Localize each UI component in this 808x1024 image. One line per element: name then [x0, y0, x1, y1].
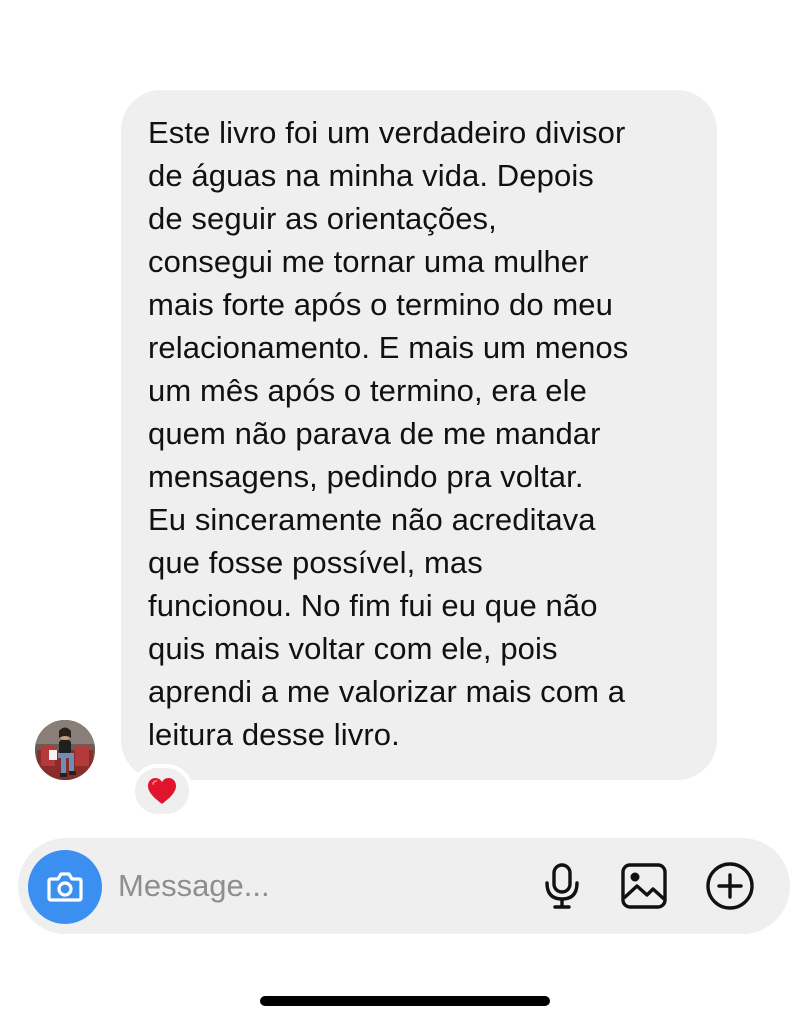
image-icon — [621, 863, 667, 909]
heart-icon — [148, 778, 176, 804]
add-button[interactable] — [704, 860, 756, 912]
voice-message-button[interactable] — [536, 860, 588, 912]
camera-button[interactable] — [28, 850, 102, 924]
message-text: Este livro foi um verdadeiro divisor de … — [148, 115, 629, 752]
sender-avatar[interactable] — [35, 720, 95, 780]
gallery-button[interactable] — [618, 860, 670, 912]
message-bubble[interactable]: Este livro foi um verdadeiro divisor de … — [121, 90, 717, 780]
heart-reaction[interactable] — [131, 764, 193, 818]
plus-circle-icon — [706, 862, 754, 910]
user-photo-avatar — [35, 720, 95, 780]
camera-icon — [47, 872, 83, 902]
microphone-icon — [545, 863, 579, 909]
message-composer — [18, 838, 790, 934]
home-indicator[interactable] — [260, 996, 550, 1006]
message-input[interactable] — [118, 860, 518, 912]
